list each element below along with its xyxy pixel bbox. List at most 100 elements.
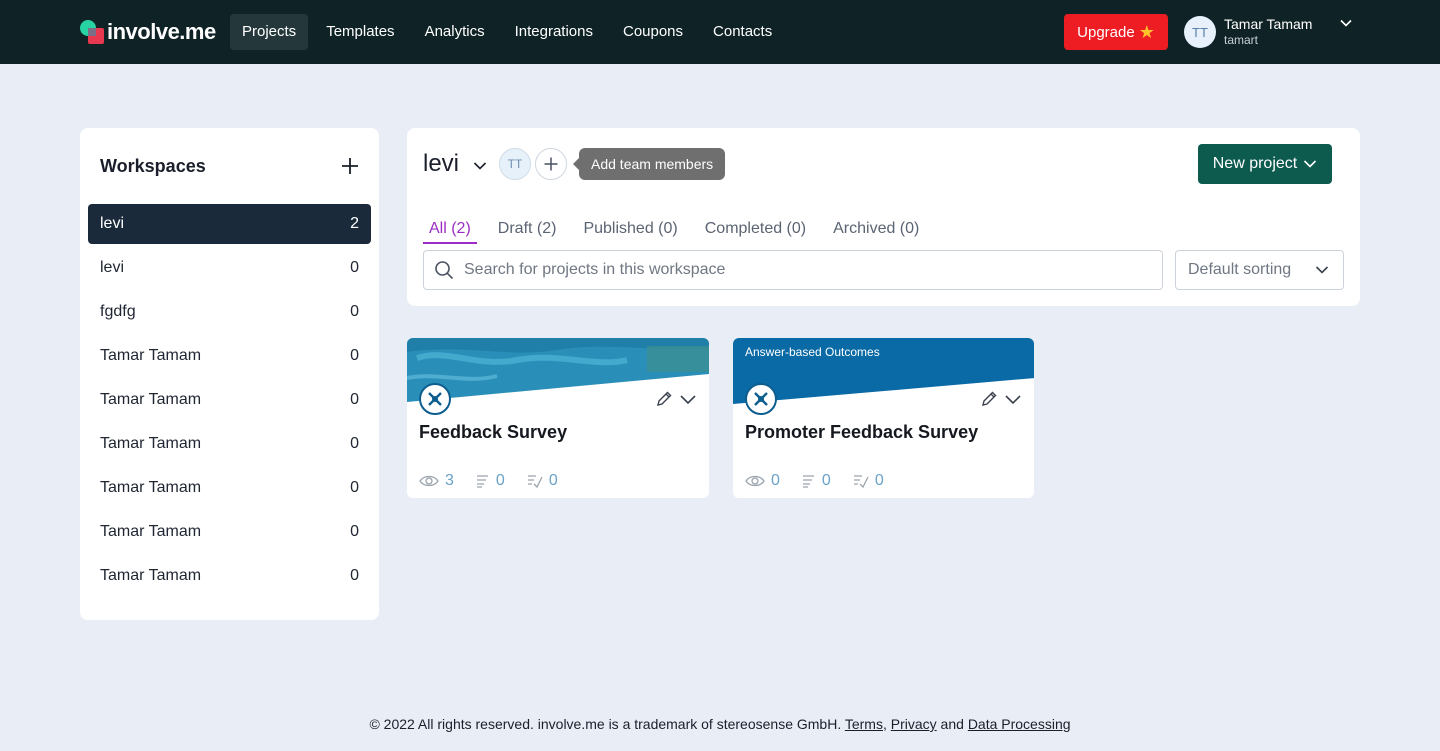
edit-icon[interactable] — [655, 390, 673, 408]
chevron-down-icon[interactable] — [679, 390, 697, 408]
brand-name: involve.me — [107, 19, 216, 44]
nav-item-analytics[interactable]: Analytics — [413, 14, 497, 50]
workspace-item[interactable]: Tamar Tamam 0 — [88, 512, 371, 552]
add-workspace-icon[interactable] — [340, 156, 360, 176]
data-processing-link[interactable]: Data Processing — [968, 716, 1071, 732]
workspace-count: 0 — [350, 435, 359, 452]
privacy-link[interactable]: Privacy — [891, 716, 937, 732]
workspace-item[interactable]: Tamar Tamam 0 — [88, 336, 371, 376]
survey-type-icon — [419, 383, 451, 415]
workspace-item[interactable]: Tamar Tamam 0 — [88, 424, 371, 464]
workspace-count: 0 — [350, 347, 359, 364]
footer-separator: , — [882, 716, 887, 732]
eye-icon — [419, 475, 439, 487]
workspace-name: Tamar Tamam — [100, 391, 202, 408]
main-nav: Projects Templates Analytics Integration… — [230, 14, 790, 50]
search-box — [423, 250, 1163, 290]
outcome-type-label: Answer-based Outcomes — [745, 345, 880, 359]
workspace-item[interactable]: Tamar Tamam 0 — [88, 468, 371, 508]
project-stats: 0 0 0 — [745, 472, 884, 490]
user-menu[interactable]: TT Tamar Tamam tamart — [1184, 16, 1312, 48]
tab-published[interactable]: Published (0) — [583, 216, 683, 244]
sort-dropdown[interactable]: Default sorting — [1175, 250, 1344, 290]
add-team-members-tooltip: Add team members — [572, 148, 726, 180]
brand-logo[interactable]: involve.me — [80, 18, 216, 46]
list-icon — [802, 475, 814, 488]
sort-label: Default sorting — [1188, 261, 1292, 278]
new-project-label: New project — [1212, 155, 1298, 172]
completions-count: 0 — [874, 472, 884, 489]
chevron-down-icon[interactable] — [1004, 390, 1022, 408]
chevron-down-icon — [1315, 266, 1329, 274]
project-card[interactable]: Answer-based Outcomes Promoter Feedback … — [733, 338, 1034, 498]
search-icon — [435, 261, 454, 280]
star-icon: ★ — [1138, 22, 1155, 42]
terms-link[interactable]: Terms — [845, 716, 883, 732]
new-project-button[interactable]: New project — [1198, 144, 1332, 184]
upgrade-label: Upgrade — [1077, 23, 1135, 41]
nav-item-integrations[interactable]: Integrations — [503, 14, 605, 50]
workspace-count: 0 — [350, 479, 359, 496]
chevron-down-icon[interactable] — [1340, 17, 1352, 29]
checklist-icon — [853, 475, 869, 488]
responses-count: 0 — [495, 472, 505, 489]
workspace-name: fgdfg — [100, 303, 136, 320]
workspace-name: Tamar Tamam — [100, 347, 202, 364]
user-name: Tamar Tamam — [1224, 16, 1313, 32]
workspace-name: Tamar Tamam — [100, 479, 202, 496]
chevron-down-icon[interactable] — [473, 159, 487, 173]
workspace-header-card: levi TT Add team members New project All… — [407, 128, 1360, 306]
avatar: TT — [1184, 16, 1216, 48]
tab-completed[interactable]: Completed (0) — [705, 216, 812, 244]
workspace-count: 0 — [350, 391, 359, 408]
workspace-count: 0 — [350, 523, 359, 540]
tab-all[interactable]: All (2) — [423, 216, 477, 244]
project-title[interactable]: Feedback Survey — [419, 422, 567, 443]
add-team-member-button[interactable] — [535, 148, 567, 180]
workspace-count: 0 — [350, 259, 359, 276]
workspace-item[interactable]: Tamar Tamam 0 — [88, 556, 371, 596]
copyright-text: © 2022 All rights reserved. involve.me i… — [369, 716, 845, 732]
survey-type-icon — [745, 383, 777, 415]
views-count: 3 — [445, 472, 454, 489]
project-status-tabs: All (2) Draft (2) Published (0) Complete… — [423, 216, 946, 244]
eye-icon — [745, 475, 765, 487]
nav-item-coupons[interactable]: Coupons — [611, 14, 695, 50]
list-icon — [476, 475, 488, 488]
workspace-name: levi — [100, 259, 125, 276]
workspace-title[interactable]: levi — [423, 150, 459, 178]
workspaces-title: Workspaces — [100, 156, 206, 176]
checklist-icon — [527, 475, 543, 488]
workspace-list: levi 2 levi 0 fgdfg 0 Tamar Tamam 0 Tamar Ta… — [88, 204, 371, 600]
project-title[interactable]: Promoter Feedback Survey — [745, 422, 978, 443]
project-stats: 3 0 0 — [419, 472, 558, 490]
tab-draft[interactable]: Draft (2) — [498, 216, 563, 244]
search-input[interactable] — [464, 261, 1144, 279]
workspace-item[interactable]: Tamar Tamam 0 — [88, 380, 371, 420]
workspace-name: levi — [100, 215, 125, 232]
workspace-count: 0 — [350, 303, 359, 320]
workspace-item[interactable]: levi 0 — [88, 248, 371, 288]
views-count: 0 — [771, 472, 780, 489]
chevron-down-icon — [1304, 160, 1317, 168]
workspaces-panel: Workspaces levi 2 levi 0 fgdfg 0 Tamar Tama… — [80, 128, 379, 620]
plus-icon — [544, 157, 558, 171]
workspace-item[interactable]: fgdfg 0 — [88, 292, 371, 332]
workspace-item[interactable]: levi 2 — [88, 204, 371, 244]
footer-separator: and — [936, 716, 968, 732]
completions-count: 0 — [548, 472, 558, 489]
user-handle: tamart — [1224, 33, 1259, 47]
upgrade-button[interactable]: Upgrade ★ — [1064, 14, 1168, 50]
tab-archived[interactable]: Archived (0) — [833, 216, 925, 244]
nav-item-projects[interactable]: Projects — [230, 14, 309, 50]
footer: © 2022 All rights reserved. involve.me i… — [0, 716, 1440, 732]
nav-item-templates[interactable]: Templates — [314, 14, 406, 50]
workspace-count: 0 — [350, 567, 359, 584]
workspace-name: Tamar Tamam — [100, 567, 202, 584]
edit-icon[interactable] — [980, 390, 998, 408]
responses-count: 0 — [821, 472, 831, 489]
project-card[interactable]: Feedback Survey 3 0 0 — [407, 338, 709, 498]
team-member-avatar[interactable]: TT — [499, 148, 531, 180]
nav-item-contacts[interactable]: Contacts — [701, 14, 784, 50]
top-navigation-bar: involve.me Projects Templates Analytics … — [0, 0, 1440, 64]
